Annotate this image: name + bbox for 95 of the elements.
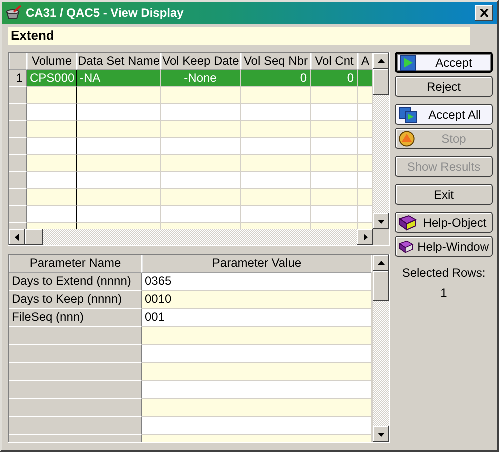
scroll-right-button[interactable] [357,229,373,245]
parameter-value[interactable]: 001 [142,309,372,327]
table-cell [358,138,373,155]
table-cell [27,121,77,138]
table-cell [27,206,77,223]
column-header[interactable]: Parameter Value [142,255,372,273]
table-cell [311,189,358,206]
table-cell [311,155,358,172]
parameter-name: Days to Extend (nnnn) [9,273,142,291]
table-cell [358,155,373,172]
scroll-down-button[interactable] [373,426,389,442]
row-header[interactable] [9,138,27,155]
table-cell [241,189,311,206]
row-header[interactable] [9,189,27,206]
scroll-left-button[interactable] [9,229,25,245]
table-cell [311,87,358,104]
table-cell [311,206,358,223]
vertical-scrollbar[interactable] [373,255,389,442]
table-cell: 0 [311,70,358,87]
table-cell: 0 [241,70,311,87]
table-cell [311,172,358,189]
scroll-up-icon [378,58,384,64]
parameter-value[interactable]: 0010 [142,291,372,309]
scroll-up-button[interactable] [373,53,389,69]
action-button[interactable]: Help-Window [395,236,493,257]
table-cell [241,104,311,121]
table-cell: -NA [77,70,161,87]
table-cell [311,104,358,121]
table-cell [358,189,373,206]
row-header[interactable] [9,104,27,121]
action-button[interactable]: Help-Object [395,212,493,233]
table-cell [27,87,77,104]
column-header[interactable]: Vol Seq Nbr [241,53,311,70]
row-header[interactable] [9,155,27,172]
table-cell [27,104,77,121]
table-cell [358,104,373,121]
table-cell [27,189,77,206]
scroll-down-icon [378,430,384,438]
row-header[interactable] [9,172,27,189]
table-cell [241,172,311,189]
table-cell [358,70,373,87]
scroll-up-button[interactable] [373,255,389,271]
table-cell [358,172,373,189]
action-button[interactable]: Accept All [395,104,493,125]
table-cell [358,121,373,138]
double-play-icon [399,106,417,122]
table-cell [27,138,77,155]
table-cell: CPS000 [27,70,77,87]
action-button[interactable]: Exit [395,184,493,205]
table-cell: -None [161,70,241,87]
action-button[interactable]: Reject [395,76,493,97]
table-cell [241,206,311,223]
scroll-right-icon [362,234,368,240]
table-cell [311,138,358,155]
scroll-up-icon [378,260,384,266]
horizontal-scrollbar[interactable] [9,229,373,245]
selected-rows-count: 1 [440,286,448,300]
header-title: Extend [8,27,470,45]
play-icon [400,54,416,70]
scroll-left-icon [14,234,20,240]
table-cell [241,138,311,155]
scroll-down-button[interactable] [373,213,389,229]
close-icon [480,9,488,17]
parameter-value[interactable]: 0365 [142,273,372,291]
close-button[interactable] [475,5,493,21]
window-title: CA31 / QAC5 - View Display [26,6,185,20]
column-header[interactable]: Vol Cnt [311,53,358,70]
row-number[interactable]: 1 [9,70,27,87]
selected-rows-label: Selected Rows: [401,266,487,280]
scroll-thumb[interactable] [373,69,389,95]
column-header[interactable]: Volume [27,53,77,70]
scroll-thumb[interactable] [25,229,43,245]
row-header[interactable] [9,206,27,223]
scroll-down-icon [378,218,384,224]
warning-circle-icon [399,130,415,146]
column-header[interactable]: Vol Keep Date [161,53,241,70]
table-cell [27,172,77,189]
vertical-scrollbar[interactable] [373,53,389,229]
column-header[interactable]: A [358,53,373,70]
parameter-name: FileSeq (nnn) [9,309,142,327]
row-header[interactable] [9,121,27,138]
table-cell [241,87,311,104]
scroll-thumb[interactable] [373,271,389,301]
table-cell [358,87,373,104]
column-header[interactable]: Data Set Name [77,53,161,70]
table-cell [311,121,358,138]
table-cell [241,155,311,172]
table-cell [241,121,311,138]
table-cell [358,206,373,223]
table-cell [27,155,77,172]
column-header[interactable]: Parameter Name [9,255,142,273]
row-header[interactable] [9,87,27,104]
parameter-name: Days to Keep (nnnn) [9,291,142,309]
bucket-icon [6,5,22,21]
action-button[interactable]: Accept [395,52,493,73]
